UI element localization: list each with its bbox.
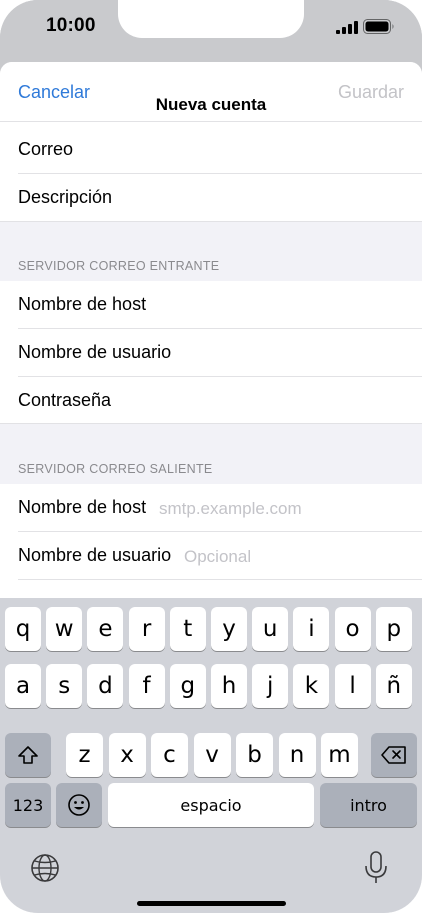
email-field[interactable]: Correo — [0, 126, 422, 174]
outgoing-server-header-text: SERVIDOR CORREO SALIENTE — [18, 462, 213, 476]
incoming-hostname-label: Nombre de host — [18, 294, 147, 314]
outgoing-hostname-label: Nombre de host — [18, 497, 147, 517]
key-y[interactable]: y — [211, 607, 247, 651]
incoming-hostname-field[interactable]: Nombre de host — [0, 281, 422, 329]
outgoing-username-label: Nombre de usuario — [18, 545, 172, 565]
microphone-icon[interactable] — [362, 850, 390, 886]
key-f[interactable]: f — [128, 664, 165, 708]
notch — [118, 0, 304, 38]
incoming-username-label: Nombre de usuario — [18, 342, 172, 362]
key-v[interactable]: v — [193, 733, 231, 777]
key-z[interactable]: z — [66, 733, 103, 777]
key-o[interactable]: o — [334, 607, 371, 651]
emoji-key[interactable] — [56, 783, 102, 827]
incoming-username-field[interactable]: Nombre de usuario — [0, 329, 422, 377]
key-q[interactable]: q — [5, 607, 41, 651]
email-field-label: Correo — [18, 139, 74, 159]
incoming-server-header: SERVIDOR CORREO ENTRANTE — [0, 221, 422, 282]
status-bar: 10:00 — [0, 0, 422, 62]
key-w[interactable]: w — [46, 607, 83, 651]
delete-icon — [381, 746, 406, 764]
navigation-bar: Cancelar Nueva cuenta Guardar — [0, 62, 422, 122]
key-s[interactable]: s — [46, 664, 83, 708]
key-t[interactable]: t — [169, 607, 206, 651]
outgoing-hostname-placeholder: smtp.example.com — [159, 499, 302, 518]
shift-icon — [18, 746, 38, 764]
incoming-password-label: Contraseña — [18, 390, 112, 410]
key-k[interactable]: k — [293, 664, 330, 708]
description-field[interactable]: Descripción — [0, 174, 422, 222]
cellular-signal-icon — [336, 21, 358, 34]
emoji-icon — [68, 794, 90, 816]
space-key[interactable]: espacio — [108, 783, 314, 827]
key-b[interactable]: b — [236, 733, 273, 777]
outgoing-username-placeholder: Opcional — [184, 547, 252, 566]
device-screen: 10:00 Cancelar Nueva cuenta Guardar Corr… — [0, 0, 422, 913]
globe-icon[interactable] — [30, 853, 60, 883]
key-c[interactable]: c — [151, 733, 188, 777]
description-field-label: Descripción — [18, 187, 113, 207]
key-j[interactable]: j — [252, 664, 289, 708]
divider — [18, 579, 422, 580]
numbers-key[interactable]: 123 — [5, 783, 51, 827]
key-u[interactable]: u — [252, 607, 289, 651]
outgoing-server-header: SERVIDOR CORREO SALIENTE — [0, 423, 422, 485]
outgoing-hostname-field[interactable]: Nombre de host smtp.example.com — [0, 484, 422, 532]
incoming-password-field[interactable]: Contraseña — [0, 377, 422, 425]
incoming-server-header-text: SERVIDOR CORREO ENTRANTE — [18, 259, 220, 273]
keyboard: qwertyuiop asdfghjklñ zxcvbnm 123 espaci… — [0, 598, 422, 913]
key-i[interactable]: i — [293, 607, 330, 651]
key-r[interactable]: r — [128, 607, 165, 651]
key-e[interactable]: e — [87, 607, 124, 651]
key-ñ[interactable]: ñ — [375, 664, 412, 708]
key-p[interactable]: p — [375, 607, 412, 651]
key-m[interactable]: m — [321, 733, 358, 777]
status-time: 10:00 — [46, 15, 96, 36]
battery-icon — [363, 19, 394, 34]
shift-key[interactable] — [5, 733, 51, 777]
return-key[interactable]: intro — [320, 783, 417, 827]
key-d[interactable]: d — [87, 664, 124, 708]
outgoing-username-field[interactable]: Nombre de usuario Opcional — [0, 532, 422, 580]
key-n[interactable]: n — [278, 733, 316, 777]
home-indicator[interactable] — [137, 901, 286, 906]
key-x[interactable]: x — [108, 733, 146, 777]
delete-key[interactable] — [371, 733, 417, 777]
key-a[interactable]: a — [5, 664, 41, 708]
key-g[interactable]: g — [169, 664, 206, 708]
save-button[interactable]: Guardar — [338, 82, 404, 103]
key-h[interactable]: h — [211, 664, 247, 708]
key-l[interactable]: l — [334, 664, 371, 708]
